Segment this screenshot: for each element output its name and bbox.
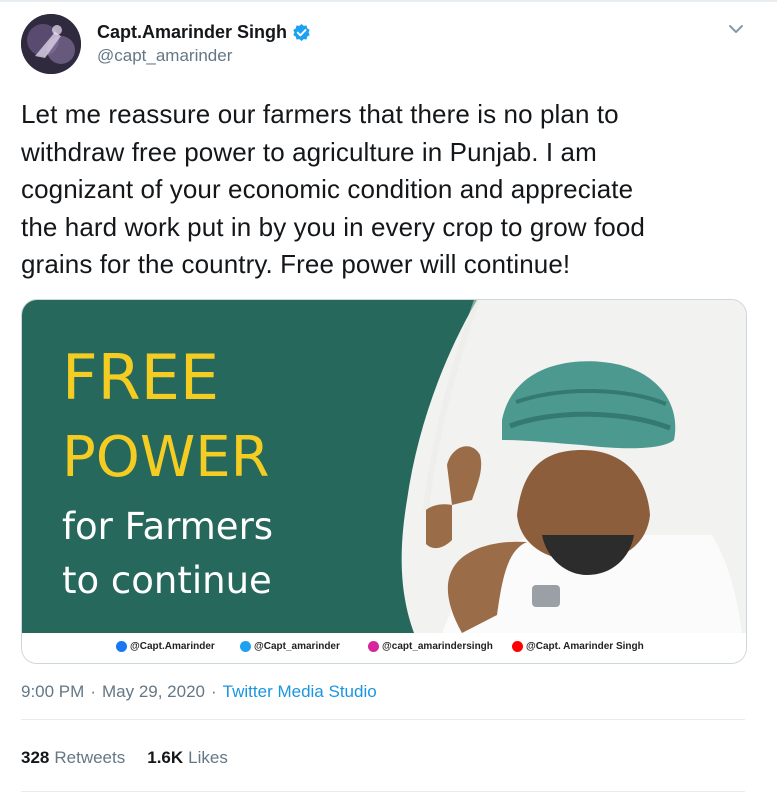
media-image-card[interactable]: FREE POWER for Farmers to continue @Capt… <box>21 299 747 664</box>
media-headline-power: POWER <box>62 425 270 490</box>
tweet-stats: 328 Retweets 1.6K Likes <box>21 748 250 768</box>
divider <box>21 791 745 792</box>
meta-separator: · <box>211 682 217 701</box>
retweets-label: Retweets <box>54 748 126 767</box>
instagram-icon <box>368 641 379 652</box>
tweet-text-line: Let me reassure our farmers that there i… <box>21 99 619 129</box>
social-twitter-label: @Capt_amarinder <box>254 641 340 652</box>
media-subline-continue: to continue <box>62 559 272 602</box>
social-twitter: @Capt_amarinder <box>240 641 340 652</box>
social-facebook-label: @Capt.Amarinder <box>130 641 215 652</box>
social-instagram: @capt_amarindersingh <box>368 641 493 652</box>
social-youtube-label: @Capt. Amarinder Singh <box>526 641 644 652</box>
media-social-footer: @Capt.Amarinder @Capt_amarinder @capt_am… <box>22 633 746 663</box>
tweet-text-line: withdraw free power to agriculture in Pu… <box>21 136 597 167</box>
divider <box>21 719 745 720</box>
top-divider <box>0 0 777 2</box>
social-instagram-label: @capt_amarindersingh <box>382 641 493 652</box>
facebook-icon <box>116 641 127 652</box>
meta-separator: · <box>90 682 96 701</box>
author-name-row: Capt.Amarinder Singh <box>97 20 312 44</box>
tweet-date[interactable]: May 29, 2020 <box>102 682 205 702</box>
tweet-time[interactable]: 9:00 PM <box>21 682 84 702</box>
tweet-text-line: the hard work put in by you in every cro… <box>21 211 645 242</box>
tweet-text: Let me reassure our farmers that there i… <box>21 96 751 284</box>
likes-stat[interactable]: 1.6K Likes <box>147 748 228 768</box>
chevron-down-icon[interactable] <box>725 18 747 40</box>
youtube-icon <box>512 641 523 652</box>
twitter-icon <box>240 641 251 652</box>
avatar[interactable] <box>21 14 81 74</box>
likes-count: 1.6K <box>147 748 184 767</box>
media-subline-farmers: for Farmers <box>62 505 274 548</box>
social-facebook: @Capt.Amarinder <box>116 641 215 652</box>
tweet-text-line: grains for the country. Free power will … <box>21 249 571 279</box>
tweet-source-link[interactable]: Twitter Media Studio <box>223 682 377 702</box>
author-handle[interactable]: @capt_amarinder <box>97 46 232 66</box>
retweets-count: 328 <box>21 748 50 767</box>
media-headline-free: FREE <box>62 341 220 414</box>
social-youtube: @Capt. Amarinder Singh <box>512 641 644 652</box>
author-display-name[interactable]: Capt.Amarinder Singh <box>97 22 287 43</box>
tweet-metadata: 9:00 PM · May 29, 2020 · Twitter Media S… <box>21 682 377 702</box>
retweets-stat[interactable]: 328 Retweets <box>21 748 125 768</box>
verified-badge-icon <box>292 22 312 42</box>
tweet-text-line: cognizant of your economic condition and… <box>21 174 634 204</box>
likes-label: Likes <box>188 748 228 767</box>
